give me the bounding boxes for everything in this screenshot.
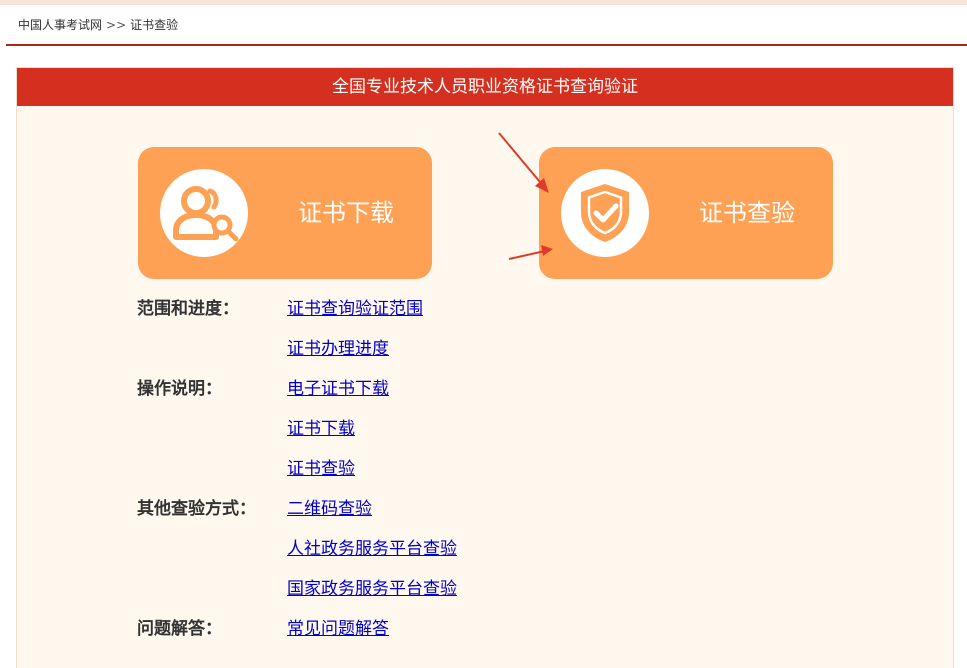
ops-link-cert-download[interactable]: 证书下载 (287, 417, 355, 441)
certificate-download-card[interactable]: 证书下载 (138, 147, 432, 279)
faq-label: 问题解答： (137, 619, 222, 639)
top-strip (0, 0, 967, 5)
certificate-verify-card[interactable]: 证书查验 (539, 147, 833, 279)
certificate-verify-label: 证书查验 (699, 199, 795, 227)
breadcrumb-separator: >> (106, 18, 127, 32)
verify-icon-circle (561, 169, 649, 257)
breadcrumb-current: 证书查验 (130, 18, 179, 32)
scope-link-progress[interactable]: 证书办理进度 (287, 337, 389, 361)
certificate-panel: 全国专业技术人员职业资格证书查询验证 证书下载 证书查验 范围和进度： 证书查询… (16, 67, 954, 668)
scope-label: 范围和进度： (137, 299, 239, 319)
shield-check-icon (581, 184, 629, 242)
ops-link-e-cert-download[interactable]: 电子证书下载 (287, 377, 389, 401)
other-label: 其他查验方式： (137, 499, 256, 519)
other-link-national-platform[interactable]: 国家政务服务平台查验 (287, 577, 457, 601)
breadcrumb: 中国人事考试网 >> 证书查验 (18, 16, 178, 33)
header-divider (6, 44, 967, 46)
scope-link-range[interactable]: 证书查询验证范围 (287, 297, 423, 321)
breadcrumb-home-link[interactable]: 中国人事考试网 (18, 18, 102, 32)
ops-label: 操作说明： (137, 379, 222, 399)
panel-title: 全国专业技术人员职业资格证书查询验证 (17, 68, 953, 106)
download-icon-circle (160, 169, 248, 257)
ops-link-cert-verify[interactable]: 证书查验 (287, 457, 355, 481)
other-link-qrcode[interactable]: 二维码查验 (287, 497, 372, 521)
faq-link[interactable]: 常见问题解答 (287, 617, 389, 641)
certificate-download-label: 证书下载 (298, 199, 394, 227)
user-search-icon (173, 186, 239, 242)
other-link-hrss-platform[interactable]: 人社政务服务平台查验 (287, 537, 457, 561)
